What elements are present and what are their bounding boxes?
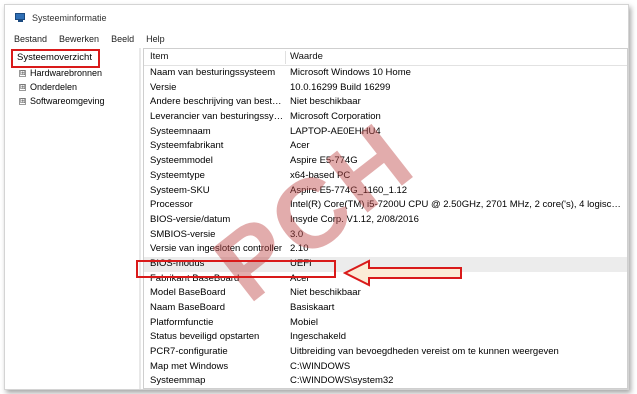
- value-cell: 3.0: [290, 228, 304, 240]
- column-header-waarde[interactable]: Waarde: [290, 49, 323, 65]
- value-cell: Uitbreiding van bevoegdheden vereist om …: [290, 346, 559, 358]
- menu-bar: Bestand Bewerken Beeld Help: [5, 32, 168, 46]
- column-divider[interactable]: [285, 51, 286, 64]
- item-cell: BIOS-versie/datum: [150, 213, 231, 225]
- table-row-selected[interactable]: BIOS-modus UEFI: [144, 256, 627, 272]
- value-cell: Niet beschikbaar: [290, 287, 361, 299]
- item-cell: BIOS-modus: [150, 257, 205, 269]
- table-row[interactable]: Systeemtype x64-based PC: [144, 169, 627, 184]
- item-cell: Systeemfabrikant: [150, 140, 224, 152]
- table-row[interactable]: Naam van besturingssysteem Microsoft Wind…: [144, 66, 627, 81]
- item-cell: Naam BaseBoard: [150, 302, 225, 313]
- table-row[interactable]: Leverancier van besturingssyst... Microso…: [144, 110, 627, 125]
- item-cell: Systeemmap: [150, 375, 206, 387]
- table-row[interactable]: PCR7-configuratie Uitbreiding van bevoegd…: [144, 345, 627, 360]
- item-cell: Systeemmodel: [150, 155, 213, 167]
- expand-icon[interactable]: ⊞: [19, 83, 26, 91]
- value-cell: x64-based PC: [290, 169, 351, 181]
- value-cell: C:\WINDOWS\system32: [290, 375, 394, 387]
- tree-item-hardwarebronnen[interactable]: ⊞ Hardwarebronnen: [19, 67, 102, 79]
- value-cell: Basiskaart: [290, 302, 335, 313]
- value-cell: 10.0.16299 Build 16299: [290, 81, 391, 93]
- item-cell: Systeemtype: [150, 169, 205, 181]
- table-row[interactable]: Fabrikant BaseBoard Acer: [144, 272, 627, 287]
- table-row[interactable]: Versie van ingesloten controller 2.10: [144, 242, 627, 257]
- table-row[interactable]: Model BaseBoard Niet beschikbaar: [144, 286, 627, 301]
- value-cell: Aspire E5-774G_1160_1.12: [290, 184, 408, 196]
- table-row[interactable]: Andere beschrijving van besturi... Niet b…: [144, 95, 627, 110]
- tree-item-softwareomgeving[interactable]: ⊞ Softwareomgeving: [19, 95, 105, 107]
- item-cell: Platformfunctie: [150, 316, 214, 328]
- tree-item-label: Onderdelen: [30, 82, 78, 92]
- value-cell: Niet beschikbaar: [290, 96, 361, 108]
- expand-icon[interactable]: ⊞: [19, 69, 26, 77]
- window: Systeeminformatie Bestand Bewerken Beeld…: [4, 4, 629, 390]
- table-row[interactable]: Systeem-SKU Aspire E5-774G_1160_1.12: [144, 184, 627, 199]
- item-cell: SMBIOS-versie: [150, 228, 216, 240]
- tree-item-systeemoverzicht[interactable]: Systeemoverzicht: [15, 52, 94, 64]
- table-row[interactable]: Systeemnaam LAPTOP-AE0EHHU4: [144, 125, 627, 140]
- value-cell: 2.10: [290, 243, 309, 255]
- value-cell: Microsoft Corporation: [290, 111, 381, 123]
- item-cell: PCR7-configuratie: [150, 346, 228, 358]
- value-cell: Acer: [290, 140, 310, 152]
- tree-pane: Systeemoverzicht ⊞ Hardwarebronnen ⊞ Ond…: [9, 48, 139, 389]
- item-cell: Map met Windows: [150, 360, 229, 372]
- list-header: Item Waarde: [144, 49, 627, 66]
- table-row[interactable]: Map met Windows C:\WINDOWS: [144, 360, 627, 375]
- value-cell: Acer: [290, 272, 310, 284]
- item-cell: Leverancier van besturingssyst...: [150, 111, 284, 123]
- table-row[interactable]: BIOS-versie/datum Insyde Corp. V1.12, 2/0…: [144, 213, 627, 228]
- tree-item-label: Hardwarebronnen: [30, 68, 103, 78]
- item-cell: Status beveiligd opstarten: [150, 331, 260, 343]
- table-row[interactable]: Processor Intel(R) Core(TM) i5-7200U CPU …: [144, 198, 627, 213]
- window-title: Systeeminformatie: [32, 12, 107, 23]
- table-row[interactable]: Platformfunctie Mobiel: [144, 316, 627, 331]
- value-cell: Intel(R) Core(TM) i5-7200U CPU @ 2.50GHz…: [290, 199, 622, 211]
- pane-splitter[interactable]: [139, 48, 141, 389]
- item-cell: Versie van ingesloten controller: [150, 243, 283, 255]
- value-cell: Aspire E5-774G: [290, 155, 358, 167]
- menu-bewerken[interactable]: Bewerken: [58, 33, 100, 45]
- tree-item-onderdelen[interactable]: ⊞ Onderdelen: [19, 81, 77, 93]
- value-cell: Insyde Corp. V1.12, 2/08/2016: [290, 213, 419, 225]
- expand-icon[interactable]: ⊞: [19, 97, 26, 105]
- value-cell: Ingeschakeld: [290, 331, 346, 343]
- system-info-icon: [15, 12, 26, 23]
- menu-help[interactable]: Help: [145, 33, 166, 45]
- table-row[interactable]: Naam BaseBoard Basiskaart: [144, 301, 627, 316]
- item-cell: Processor: [150, 199, 193, 211]
- item-cell: Model BaseBoard: [150, 287, 226, 299]
- menu-bestand[interactable]: Bestand: [13, 33, 48, 45]
- tree-item-label: Softwareomgeving: [30, 96, 105, 106]
- list-rows: Naam van besturingssysteem Microsoft Wind…: [144, 66, 627, 388]
- table-row[interactable]: Versie 10.0.16299 Build 16299: [144, 81, 627, 96]
- title-bar[interactable]: Systeeminformatie: [5, 5, 628, 30]
- item-cell: Versie: [150, 81, 177, 93]
- value-cell: Mobiel: [290, 316, 318, 328]
- table-row[interactable]: Systeemmap C:\WINDOWS\system32: [144, 374, 627, 388]
- value-cell: LAPTOP-AE0EHHU4: [290, 125, 381, 137]
- item-cell: Naam van besturingssysteem: [150, 67, 276, 78]
- item-cell: Fabrikant BaseBoard: [150, 272, 240, 284]
- table-row[interactable]: SMBIOS-versie 3.0: [144, 228, 627, 243]
- column-header-item[interactable]: Item: [150, 49, 168, 65]
- value-cell: Microsoft Windows 10 Home: [290, 67, 411, 78]
- table-row[interactable]: Status beveiligd opstarten Ingeschakeld: [144, 330, 627, 345]
- details-list: Item Waarde Naam van besturingssysteem Mi…: [143, 48, 628, 389]
- table-row[interactable]: Systeemfabrikant Acer: [144, 139, 627, 154]
- value-cell: C:\WINDOWS: [290, 360, 351, 372]
- item-cell: Systeem-SKU: [150, 184, 210, 196]
- item-cell: Systeemnaam: [150, 125, 211, 137]
- menu-beeld[interactable]: Beeld: [110, 33, 135, 45]
- table-row[interactable]: Systeemmodel Aspire E5-774G: [144, 154, 627, 169]
- value-cell: UEFI: [290, 257, 312, 269]
- item-cell: Andere beschrijving van besturi...: [150, 96, 284, 108]
